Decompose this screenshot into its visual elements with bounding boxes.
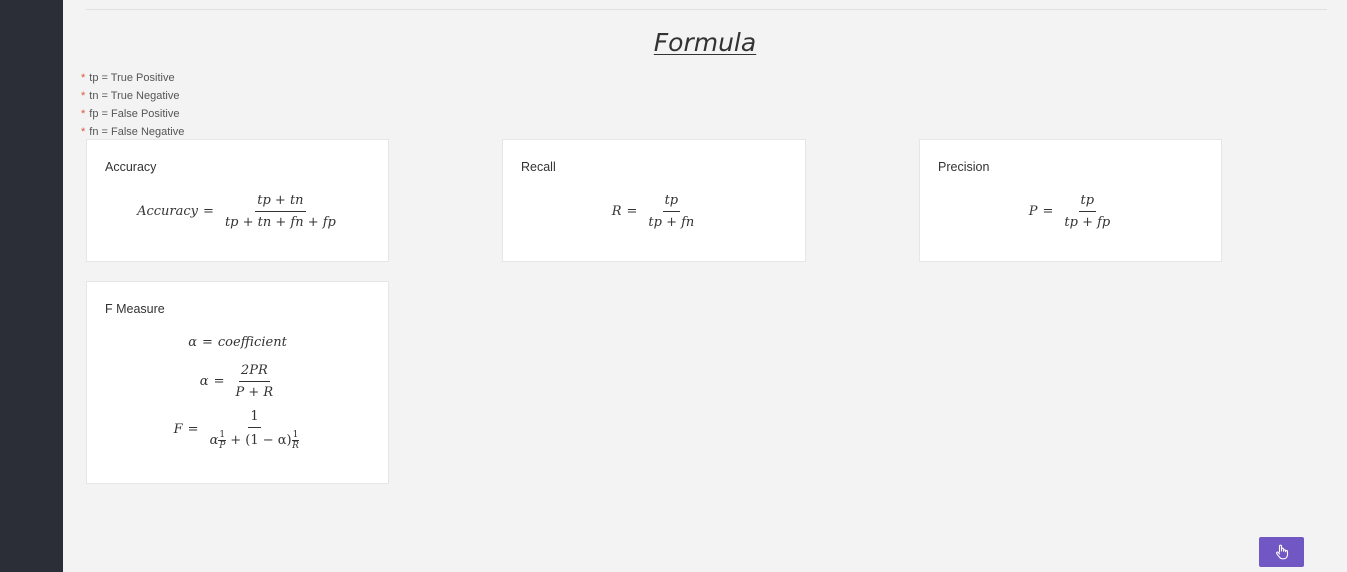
formula-lhs: Accuracy bbox=[137, 204, 199, 219]
formula-lhs: α bbox=[199, 374, 209, 389]
card-title: Precision bbox=[938, 160, 990, 174]
numerator: tp bbox=[1078, 192, 1097, 212]
formula-lhs: P bbox=[1028, 204, 1038, 219]
denominator: P + R bbox=[235, 385, 274, 400]
formula-lhs: R bbox=[611, 204, 622, 219]
small-denominator: P bbox=[219, 441, 226, 451]
main-content: Formula * tp = True Positive * tn = True N… bbox=[63, 0, 1347, 572]
recall-card: Recall R = tp tp + fn bbox=[502, 139, 806, 262]
fraction: 2PR P + R bbox=[233, 362, 275, 401]
equals-sign: = bbox=[213, 374, 225, 389]
denominator: tp + fn bbox=[648, 215, 695, 230]
numerator: tp bbox=[662, 192, 681, 212]
legend-text: tp = True Positive bbox=[89, 72, 175, 84]
fraction: 1 α1P + (1 − α) 1 R bbox=[208, 408, 302, 451]
small-fraction: 1P bbox=[218, 430, 227, 451]
accuracy-card: Accuracy Accuracy = tp + tn tp + tn + fn… bbox=[86, 139, 389, 262]
fraction: tp + tn tp + tn + fn + fp bbox=[223, 192, 338, 231]
required-star: * bbox=[81, 126, 86, 138]
hand-pointer-icon bbox=[1275, 544, 1288, 560]
floating-action-button[interactable] bbox=[1259, 537, 1304, 567]
denominator: tp + tn + fn + fp bbox=[224, 215, 336, 230]
fraction: tp tp + fn bbox=[646, 192, 696, 231]
legend-text: tn = True Negative bbox=[89, 90, 180, 102]
legend-text: fn = False Negative bbox=[89, 126, 185, 138]
page-title-text: Formula bbox=[653, 28, 757, 57]
f-formula: F = 1 α1P + (1 − α) 1 R bbox=[87, 408, 388, 451]
numerator: 1 bbox=[248, 408, 261, 428]
equals-sign: = bbox=[203, 204, 214, 219]
card-title: Recall bbox=[521, 160, 556, 174]
required-star: * bbox=[81, 108, 86, 120]
precision-formula: P = tp tp + fp bbox=[920, 192, 1221, 231]
numerator: tp + tn bbox=[255, 192, 306, 212]
alpha-symbol: α bbox=[209, 433, 219, 448]
equals-sign: = bbox=[1042, 204, 1054, 219]
required-star: * bbox=[81, 72, 86, 84]
legend-item: * tn = True Negative bbox=[81, 87, 184, 105]
legend-text: fp = False Positive bbox=[89, 108, 180, 120]
card-title: F Measure bbox=[105, 302, 165, 316]
page-title: Formula bbox=[63, 28, 1347, 57]
sidebar bbox=[0, 0, 63, 572]
small-denominator: R bbox=[292, 441, 299, 451]
equals-sign: = bbox=[201, 335, 213, 350]
legend-item: * fp = False Positive bbox=[81, 105, 184, 123]
formula-lhs: F bbox=[173, 422, 183, 437]
fraction: tp tp + fp bbox=[1062, 192, 1112, 231]
accuracy-formula: Accuracy = tp + tn tp + tn + fn + fp bbox=[87, 192, 388, 231]
equals-sign: = bbox=[187, 422, 199, 437]
divider bbox=[86, 9, 1327, 10]
equals-sign: = bbox=[626, 204, 638, 219]
required-star: * bbox=[81, 90, 86, 102]
precision-card: Precision P = tp tp + fp bbox=[919, 139, 1222, 262]
variable-legend: * tp = True Positive * tn = True Negative … bbox=[81, 69, 184, 141]
middle-term: + (1 − α) bbox=[230, 433, 292, 448]
small-numerator: 1 bbox=[218, 430, 227, 441]
small-numerator: 1 bbox=[291, 430, 300, 441]
numerator: 2PR bbox=[238, 362, 270, 382]
alpha-formula: α = 2PR P + R bbox=[87, 362, 388, 401]
formula-rhs: coefficient bbox=[217, 335, 287, 350]
formula-lhs: α bbox=[188, 335, 197, 350]
f-measure-card: F Measure α = coefficient α = 2PR P + R … bbox=[86, 281, 389, 484]
small-fraction: 1R bbox=[291, 430, 300, 451]
alpha-definition: α = coefficient bbox=[87, 335, 388, 350]
denominator: tp + fp bbox=[1064, 215, 1111, 230]
denominator: α1P + (1 − α) 1 R bbox=[208, 428, 302, 451]
card-title: Accuracy bbox=[105, 160, 157, 174]
legend-item: * tp = True Positive bbox=[81, 69, 184, 87]
recall-formula: R = tp tp + fn bbox=[503, 192, 805, 231]
